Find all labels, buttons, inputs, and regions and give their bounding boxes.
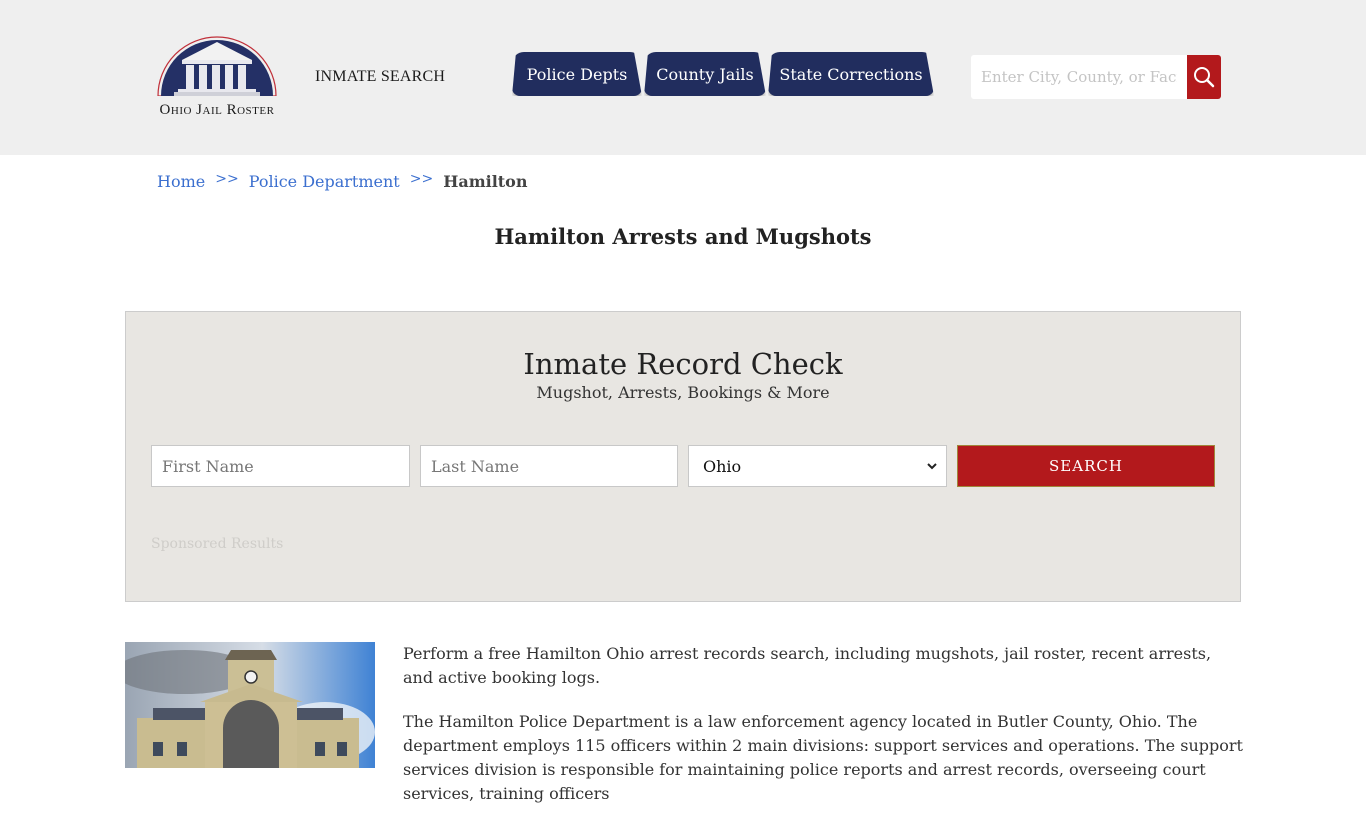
last-name-input[interactable] bbox=[420, 445, 678, 487]
intro-paragraph: Perform a free Hamilton Ohio arrest reco… bbox=[403, 644, 1212, 687]
inmate-record-check-panel: Inmate Record Check Mugshot, Arrests, Bo… bbox=[125, 311, 1241, 602]
main-nav: Police Depts County Jails State Correcti… bbox=[512, 52, 936, 96]
breadcrumb: Home >> Police Department >> Hamilton bbox=[157, 171, 528, 191]
breadcrumb-current: Hamilton bbox=[443, 172, 528, 191]
breadcrumb-separator: >> bbox=[409, 171, 434, 187]
city-hall-photo bbox=[125, 642, 375, 768]
chevron-down-icon bbox=[927, 463, 937, 470]
breadcrumb-separator: >> bbox=[215, 171, 239, 187]
search-button[interactable]: SEARCH bbox=[957, 445, 1215, 487]
nav-tab-police-depts[interactable]: Police Depts bbox=[512, 52, 642, 96]
first-name-input[interactable] bbox=[151, 445, 410, 487]
search-icon bbox=[1194, 67, 1215, 88]
courthouse-logo-icon bbox=[157, 36, 277, 96]
site-header: Ohio Jail Roster INMATE SEARCH Police De… bbox=[0, 0, 1366, 155]
sponsored-results-label: Sponsored Results bbox=[151, 536, 284, 552]
nav-tab-state-corrections[interactable]: State Corrections bbox=[768, 52, 934, 96]
inmate-search-link[interactable]: INMATE SEARCH bbox=[315, 68, 445, 86]
site-logo[interactable]: Ohio Jail Roster bbox=[146, 34, 288, 122]
site-search bbox=[971, 55, 1221, 99]
breadcrumb-police-department[interactable]: Police Department bbox=[249, 172, 400, 191]
department-paragraph: The Hamilton Police Department is a law … bbox=[403, 712, 1243, 803]
nav-tab-county-jails[interactable]: County Jails bbox=[644, 52, 766, 96]
state-select[interactable]: Ohio bbox=[688, 445, 947, 487]
breadcrumb-home[interactable]: Home bbox=[157, 172, 205, 191]
panel-subtitle: Mugshot, Arrests, Bookings & More bbox=[536, 383, 830, 402]
building-image bbox=[125, 642, 375, 768]
article-content: Perform a free Hamilton Ohio arrest reco… bbox=[403, 642, 1243, 826]
site-search-button[interactable] bbox=[1187, 55, 1221, 99]
site-search-input[interactable] bbox=[971, 55, 1187, 99]
state-select-value: Ohio bbox=[703, 456, 742, 476]
panel-title: Inmate Record Check bbox=[523, 347, 843, 381]
logo-text: Ohio Jail Roster bbox=[159, 102, 275, 118]
page-title: Hamilton Arrests and Mugshots bbox=[494, 224, 872, 249]
